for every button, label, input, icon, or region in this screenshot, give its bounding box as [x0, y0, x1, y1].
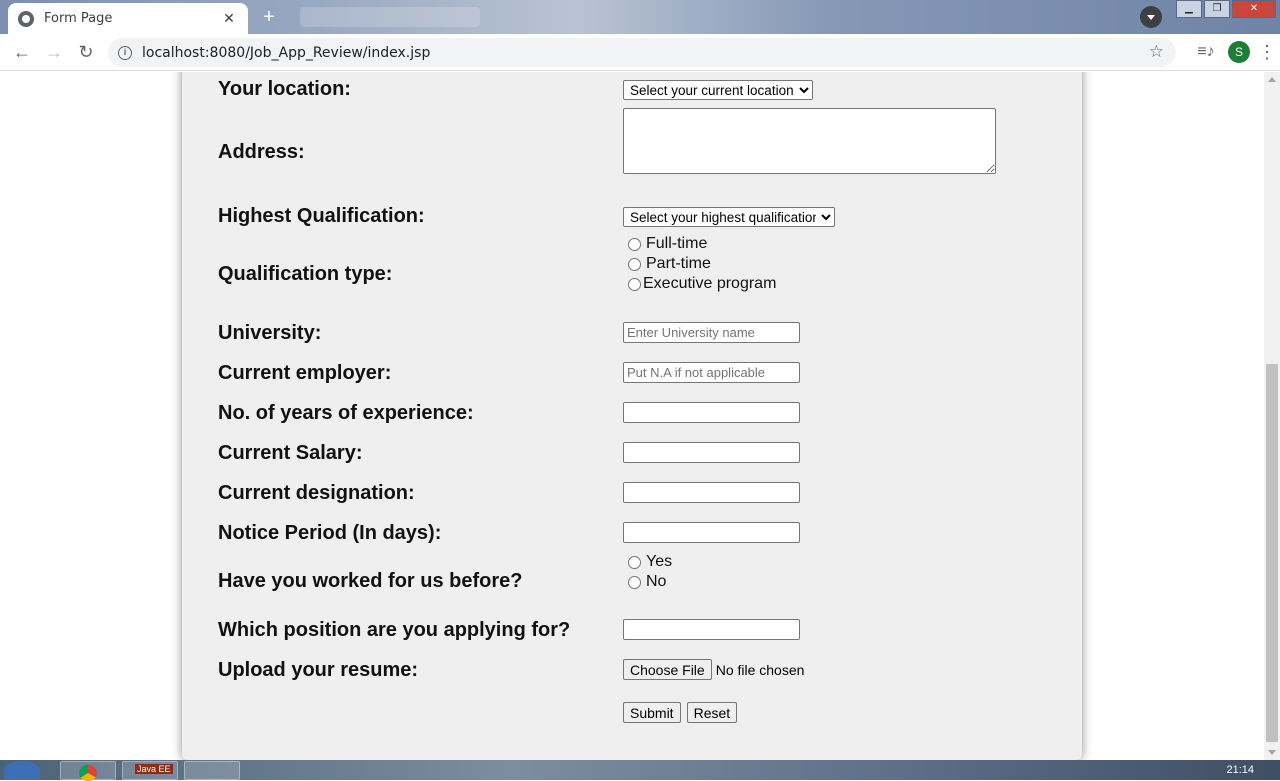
window-close-button[interactable]: ✕	[1232, 0, 1276, 18]
qualification-type-label: Qualification type:	[218, 263, 393, 285]
taskbar-app[interactable]	[184, 761, 240, 780]
radio-label: Executive program	[643, 275, 777, 292]
radio-option-no[interactable]: No	[623, 572, 672, 592]
radio-label: No	[646, 573, 667, 590]
radio-button[interactable]	[628, 277, 641, 291]
new-tab-button[interactable]: +	[256, 5, 282, 29]
job-application-form: Your location: Select your current locat…	[182, 72, 1082, 760]
scroll-up-arrow-icon[interactable]	[1268, 77, 1276, 82]
qualification-select[interactable]: Select your highest qualification	[623, 207, 835, 227]
reload-button[interactable]: ↻	[70, 36, 102, 68]
radio-label: Yes	[646, 553, 673, 570]
scrollbar-thumb[interactable]	[1266, 364, 1278, 742]
minimize-button[interactable]: ▁	[1176, 0, 1202, 18]
vertical-scrollbar[interactable]	[1264, 72, 1280, 760]
submit-button[interactable]: Submit	[623, 702, 681, 723]
radio-button[interactable]	[628, 555, 641, 569]
location-select[interactable]: Select your current location:	[623, 80, 813, 100]
address-label: Address:	[218, 141, 305, 163]
globe-icon	[18, 10, 34, 27]
experience-input[interactable]	[623, 402, 800, 423]
reset-button[interactable]: Reset	[686, 702, 738, 723]
radio-option-yes[interactable]: Yes	[623, 552, 672, 572]
qualification-label: Highest Qualification:	[218, 205, 425, 227]
radio-option-full-time[interactable]: Full-time	[623, 234, 776, 254]
radio-label: Full-time	[646, 235, 708, 252]
notice-input[interactable]	[623, 522, 800, 543]
salary-label: Current Salary:	[218, 442, 363, 464]
employer-input[interactable]	[623, 362, 800, 383]
window-controls: ▁ ❐ ✕	[1174, 0, 1276, 18]
radio-label: Part-time	[646, 255, 711, 272]
taskbar-java-ee[interactable]: Java EE	[122, 761, 178, 780]
position-label: Which position are you applying for?	[218, 619, 571, 641]
page-viewport: Your location: Select your current locat…	[0, 72, 1264, 760]
radio-option-executive[interactable]: Executive program	[623, 274, 776, 294]
worked-before-label: Have you worked for us before?	[218, 570, 523, 592]
university-input[interactable]	[623, 322, 800, 343]
info-icon[interactable]: i	[118, 45, 132, 60]
designation-label: Current designation:	[218, 482, 415, 504]
tab-search-icon[interactable]	[1140, 6, 1162, 28]
browser-tab-strip: Form Page ✕ + ▁ ❐ ✕	[0, 0, 1280, 34]
address-textarea[interactable]	[623, 108, 996, 174]
java-ee-label: Java EE	[135, 764, 173, 774]
background-tab[interactable]	[300, 7, 480, 27]
taskbar-chrome[interactable]	[60, 761, 116, 781]
media-controls-icon[interactable]: ≡♪	[1192, 37, 1220, 67]
designation-input[interactable]	[623, 482, 800, 503]
bookmark-star-icon[interactable]: ☆	[1149, 42, 1164, 62]
radio-option-part-time[interactable]: Part-time	[623, 254, 776, 274]
os-taskbar: Java EE 21:14	[0, 760, 1280, 781]
tab-form-page[interactable]: Form Page ✕	[8, 3, 248, 34]
resume-label: Upload your resume:	[218, 659, 419, 681]
url-text[interactable]: localhost:8080/Job_App_Review/index.jsp	[142, 45, 430, 61]
radio-button[interactable]	[628, 575, 641, 589]
employer-label: Current employer:	[218, 362, 392, 384]
tab-close-icon[interactable]: ✕	[220, 10, 238, 27]
start-button[interactable]	[4, 761, 40, 780]
browser-toolbar: ← → ↻ i localhost:8080/Job_App_Review/in…	[0, 34, 1280, 71]
university-label: University:	[218, 322, 322, 344]
notice-label: Notice Period (In days):	[218, 522, 442, 544]
choose-file-button[interactable]: Choose File	[623, 659, 712, 680]
system-clock: 21:14	[1226, 764, 1254, 776]
chrome-icon	[79, 765, 97, 781]
back-button[interactable]: ←	[6, 36, 38, 68]
profile-avatar[interactable]: S	[1228, 41, 1250, 63]
address-bar[interactable]: i localhost:8080/Job_App_Review/index.js…	[108, 38, 1176, 67]
position-input[interactable]	[623, 619, 800, 640]
location-label: Your location:	[218, 78, 351, 100]
file-status-text: No file chosen	[715, 661, 805, 678]
radio-button[interactable]	[628, 257, 641, 271]
radio-button[interactable]	[628, 237, 641, 251]
restore-button[interactable]: ❐	[1204, 0, 1230, 18]
salary-input[interactable]	[623, 442, 800, 463]
forward-button[interactable]: →	[38, 36, 70, 68]
scroll-down-arrow-icon[interactable]	[1268, 750, 1276, 755]
tab-title: Form Page	[44, 11, 113, 26]
browser-menu-icon[interactable]: ⋮	[1258, 37, 1276, 67]
experience-label: No. of years of experience:	[218, 402, 474, 424]
